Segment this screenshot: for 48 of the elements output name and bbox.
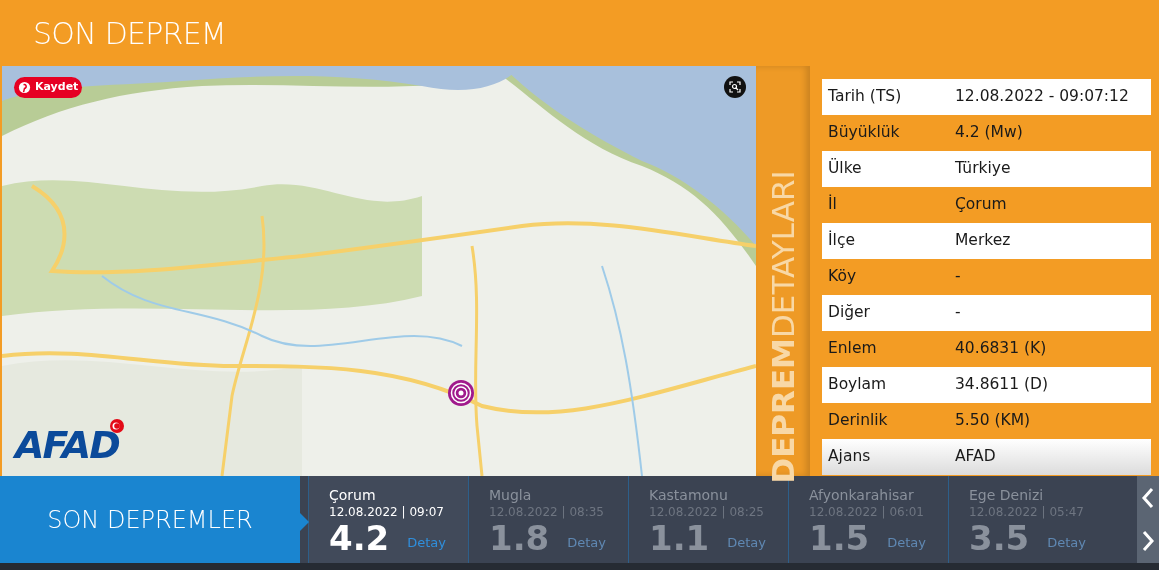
detail-value: Merkez: [955, 230, 1011, 252]
detail-link[interactable]: Detay: [567, 532, 606, 552]
pin-icon: [18, 80, 31, 94]
epicenter-icon: [447, 379, 475, 407]
detail-value: 12.08.2022 - 09:07:12: [955, 86, 1129, 108]
quake-magnitude: 1.5: [809, 520, 870, 556]
page-title: SON DEPREM: [33, 14, 226, 53]
detail-value: -: [955, 302, 961, 324]
detail-label: İlçe: [828, 229, 856, 252]
quake-magnitude: 1.8: [489, 520, 550, 556]
detail-value: 40.6831 (K): [955, 338, 1047, 360]
detail-value: 34.8611 (D): [955, 374, 1049, 396]
detail-label: Diğer: [828, 302, 871, 324]
quake-magnitude: 3.5: [969, 520, 1030, 556]
detail-label: Ülke: [828, 157, 863, 180]
quake-place: Afyonkarahisar: [809, 486, 915, 504]
quake-place: Mugla: [489, 486, 533, 504]
detail-label: Boylam: [828, 374, 888, 396]
detail-value: 4.2 (Mw): [955, 122, 1023, 144]
detail-label: Tarih (TS): [828, 86, 903, 108]
detail-value: Çorum: [955, 194, 1007, 216]
detail-link[interactable]: Detay: [1047, 532, 1086, 552]
quake-magnitude: 1.1: [649, 520, 710, 556]
detail-value: AFAD: [955, 446, 996, 468]
detail-link[interactable]: Detay: [407, 532, 446, 552]
detail-link[interactable]: Detay: [727, 532, 766, 552]
save-button[interactable]: Kaydet: [14, 77, 83, 98]
search-icon: [729, 81, 741, 93]
detail-value: 5.50 (KM): [955, 410, 1031, 432]
flag-icon: [110, 419, 124, 433]
quake-magnitude: 4.2: [329, 520, 390, 556]
next-icon[interactable]: [1141, 530, 1155, 553]
detail-link[interactable]: Detay: [887, 532, 926, 552]
detail-value: -: [955, 266, 961, 288]
detail-value: Türkiye: [955, 158, 1011, 180]
quake-time: 12.08.2022 | 09:07: [329, 504, 445, 520]
section-title: SON DEPREMLER: [47, 504, 253, 536]
previous-icon[interactable]: [1141, 486, 1155, 509]
detail-label: İl: [828, 193, 838, 216]
quake-place: Çorum: [329, 486, 377, 504]
quake-place: Kastamonu: [649, 486, 729, 504]
detail-label: Büyüklük: [828, 122, 901, 144]
detail-label: Ajans: [828, 446, 872, 468]
detail-label: Derinlik: [828, 410, 889, 432]
detail-label: Enlem: [828, 338, 878, 360]
quake-place: Ege Denizi: [969, 486, 1045, 504]
detail-label: Köy: [828, 266, 858, 288]
quake-item[interactable]: Çorum 12.08.2022 | 09:07 4.2 Detay: [308, 476, 468, 563]
